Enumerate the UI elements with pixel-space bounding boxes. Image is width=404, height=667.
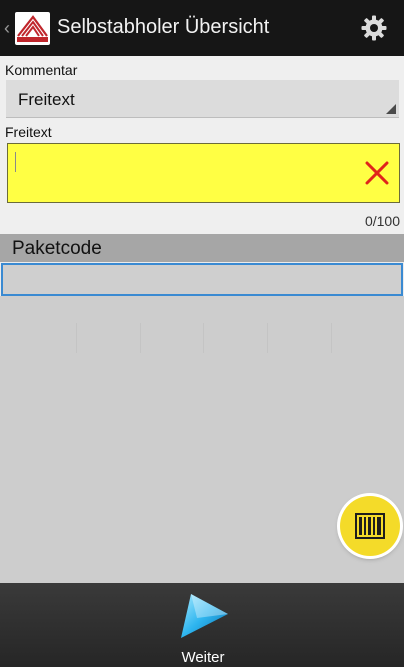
app-title: Selbstabholer Übersicht bbox=[57, 16, 270, 38]
barcode-icon bbox=[355, 513, 385, 539]
character-counter: 0/100 bbox=[364, 213, 400, 229]
list-divider bbox=[76, 323, 77, 353]
gear-icon[interactable] bbox=[360, 14, 388, 42]
clear-x-icon[interactable] bbox=[364, 160, 390, 186]
kommentar-label: Kommentar bbox=[5, 62, 78, 78]
paketcode-input[interactable] bbox=[1, 263, 403, 296]
freitext-label: Freitext bbox=[5, 124, 52, 140]
list-divider bbox=[140, 323, 141, 353]
paketcode-header: Paketcode bbox=[0, 234, 404, 262]
paketcode-title: Paketcode bbox=[12, 238, 102, 259]
weiter-button[interactable]: Weiter bbox=[160, 583, 246, 667]
list-divider bbox=[203, 323, 204, 353]
weiter-label: Weiter bbox=[181, 649, 225, 666]
comment-form: Kommentar Freitext Freitext 0/100 bbox=[0, 56, 404, 234]
freitext-input[interactable] bbox=[7, 143, 400, 203]
title-bar: ‹ Selbstabholer Übersicht bbox=[0, 0, 404, 56]
scan-barcode-button[interactable] bbox=[340, 496, 400, 556]
dropdown-corner-icon bbox=[386, 104, 396, 114]
back-chevron-icon[interactable]: ‹ bbox=[4, 18, 10, 39]
text-cursor bbox=[15, 152, 16, 172]
list-divider bbox=[331, 323, 332, 353]
bottom-bar: Weiter bbox=[0, 583, 404, 667]
app-logo-icon[interactable] bbox=[15, 12, 50, 45]
kommentar-select[interactable]: Freitext bbox=[6, 80, 399, 118]
list-divider bbox=[267, 323, 268, 353]
play-icon bbox=[181, 594, 228, 638]
kommentar-select-value: Freitext bbox=[18, 90, 75, 109]
